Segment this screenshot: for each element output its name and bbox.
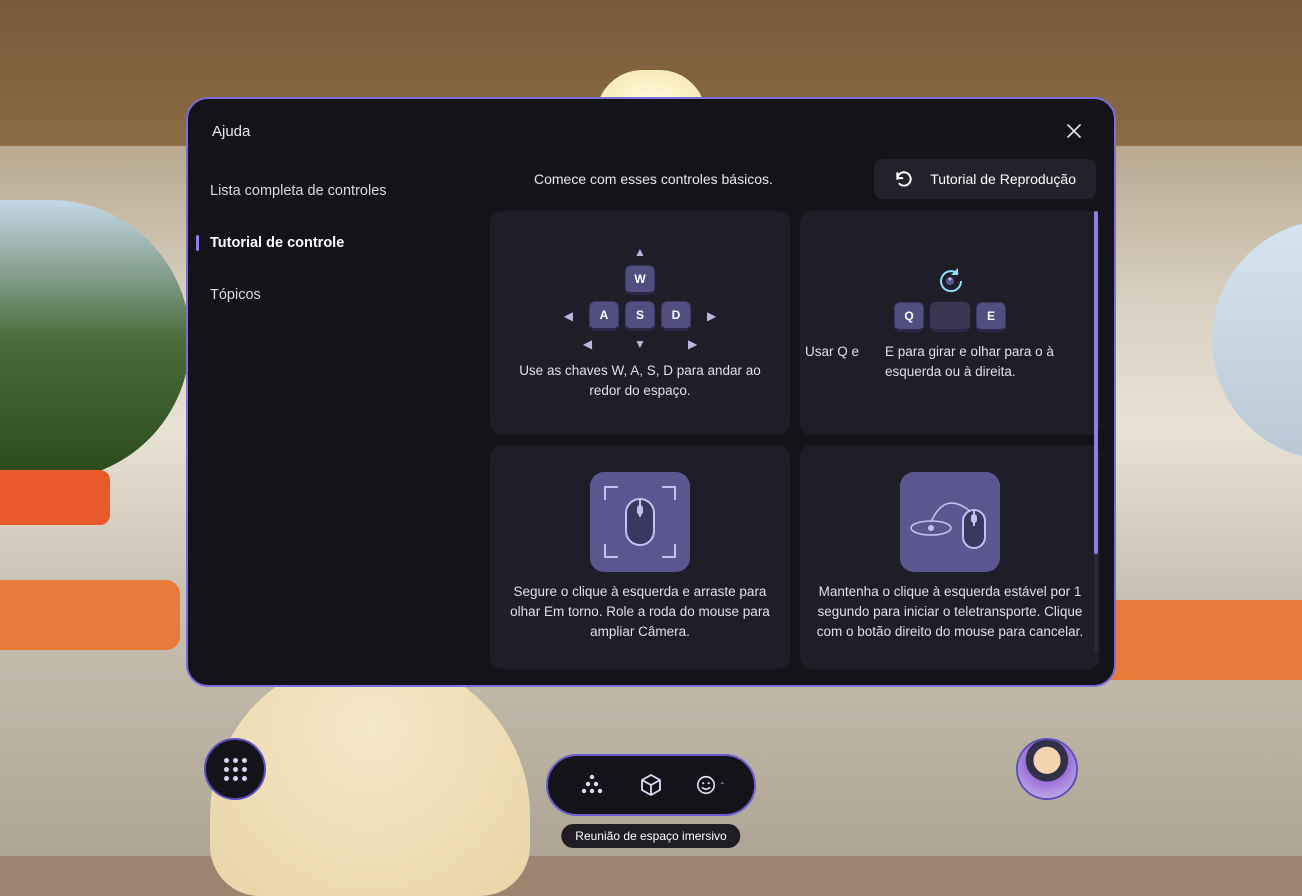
content-top-row: Comece com esses controles básicos. Tuto…: [490, 157, 1100, 201]
card-qe: Q E Usar Q e E para girar e olhar para o…: [800, 211, 1100, 435]
refresh-icon: [894, 169, 914, 189]
mouse-icon: [622, 497, 658, 547]
space-button[interactable]: [571, 764, 613, 806]
card-teleport-desc: Mantenha o clique à esquerda estável por…: [812, 582, 1088, 643]
smile-icon: [695, 774, 717, 796]
react-button[interactable]: ⌃: [689, 764, 731, 806]
replay-tutorial-button[interactable]: Tutorial de Reprodução: [874, 159, 1096, 199]
arrow-right-icon: ▶: [688, 337, 697, 351]
replay-label: Tutorial de Reprodução: [930, 171, 1076, 187]
teleport-icon: [905, 482, 995, 562]
bracket-icon: [662, 544, 676, 558]
card-wasd: ▲ W ◀ A S D ▶ ◀: [490, 211, 790, 435]
arrow-left-icon: ◀: [583, 337, 592, 351]
help-modal: Ajuda Lista completa de controles Tutori…: [186, 97, 1116, 687]
sidebar-item-all-controls[interactable]: Lista completa de controles: [194, 165, 482, 217]
key-w: W: [625, 265, 655, 295]
bracket-icon: [604, 544, 618, 558]
card-qe-desc: Usar Q e E para girar e olhar para o à e…: [812, 342, 1088, 383]
intro-text: Comece com esses controles básicos.: [494, 171, 773, 187]
card-teleport: Mantenha o clique à esquerda estável por…: [800, 445, 1100, 669]
window-right: [1212, 220, 1302, 460]
rotate-icon: [934, 264, 966, 296]
furniture: [0, 580, 180, 650]
card-look: Segure o clique à esquerda e arraste par…: [490, 445, 790, 669]
help-sidebar: Lista completa de controles Tutorial de …: [194, 157, 482, 669]
space-dots-icon: [579, 774, 605, 796]
modal-title: Ajuda: [212, 123, 250, 140]
menu-button[interactable]: [204, 738, 266, 800]
look-illustration: [590, 472, 690, 572]
key-d: D: [661, 301, 691, 331]
modal-body: Lista completa de controles Tutorial de …: [188, 157, 1114, 685]
arrow-up-icon: ▲: [634, 245, 646, 259]
cube-icon: [639, 773, 663, 797]
card-qe-desc-right: E para girar e olhar para o à esquerda o…: [885, 342, 1095, 383]
key-s: S: [625, 301, 655, 331]
scrollbar-thumb[interactable]: [1094, 211, 1098, 554]
view-button[interactable]: [630, 764, 672, 806]
session-label: Reunião de espaço imersivo: [561, 824, 740, 848]
card-wasd-desc: Use as chaves W, A, S, D para andar ao r…: [502, 361, 778, 402]
key-spacer: [930, 302, 970, 332]
qe-illustration: Q E: [894, 264, 1006, 332]
arrow-down-icon: ▼: [634, 337, 646, 351]
key-a: A: [589, 301, 619, 331]
bracket-icon: [662, 486, 676, 500]
help-content: Comece com esses controles básicos. Tuto…: [490, 157, 1100, 669]
card-look-desc: Segure o clique à esquerda e arraste par…: [502, 582, 778, 643]
tutorial-cards: ▲ W ◀ A S D ▶ ◀: [490, 211, 1100, 669]
close-icon: [1066, 123, 1082, 139]
furniture: [0, 470, 110, 525]
grid-icon: [224, 758, 247, 781]
close-button[interactable]: [1058, 115, 1090, 147]
card-qe-desc-left: Usar Q e: [805, 342, 859, 383]
avatar-button[interactable]: [1016, 738, 1078, 800]
hud-toolbar: ⌃: [546, 754, 756, 816]
furniture: [1092, 600, 1302, 680]
window-left: [0, 200, 190, 480]
teleport-illustration: [900, 472, 1000, 572]
modal-header: Ajuda: [188, 99, 1114, 157]
arrow-right-icon: ▶: [707, 309, 716, 323]
scrollbar[interactable]: [1094, 211, 1098, 651]
arrow-left-icon: ◀: [564, 309, 573, 323]
sidebar-item-topics[interactable]: Tópicos: [194, 269, 482, 321]
avatar-icon: [1018, 740, 1076, 798]
bracket-icon: [604, 486, 618, 500]
sidebar-item-control-tutorial[interactable]: Tutorial de controle: [194, 217, 482, 269]
key-e: E: [976, 302, 1006, 332]
key-q: Q: [894, 302, 924, 332]
wasd-illustration: ▲ W ◀ A S D ▶ ◀: [564, 245, 716, 351]
chevron-up-icon: ⌃: [719, 781, 726, 790]
